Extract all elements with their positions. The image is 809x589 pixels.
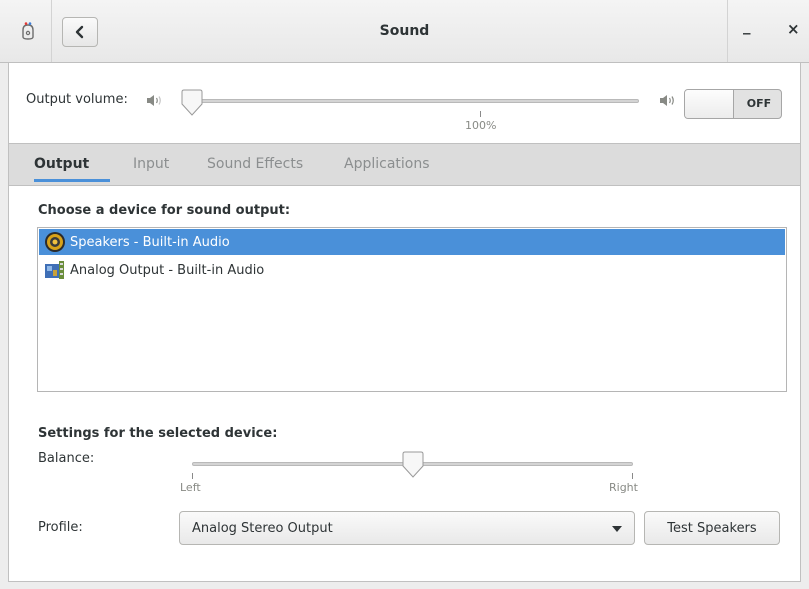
- choose-device-heading: Choose a device for sound output:: [38, 203, 291, 218]
- active-tab-indicator: [34, 179, 110, 182]
- window-title: Sound: [379, 23, 430, 39]
- close-button[interactable]: ×: [787, 20, 800, 38]
- title-bar: Sound _ ×: [0, 0, 809, 63]
- device-label: Analog Output - Built-in Audio: [70, 262, 265, 278]
- tab-bar: Output Input Sound Effects Applications: [9, 143, 800, 186]
- balance-right-tick: [632, 473, 633, 479]
- balance-left-tick: [192, 473, 193, 479]
- profile-selected-value: Analog Stereo Output: [192, 521, 333, 536]
- volume-high-icon: [660, 95, 674, 106]
- toggle-knob: [685, 90, 734, 118]
- minimize-button[interactable]: _: [743, 17, 751, 35]
- profile-label: Profile:: [38, 520, 83, 535]
- tab-sound-effects[interactable]: Sound Effects: [207, 156, 303, 172]
- profile-dropdown[interactable]: Analog Stereo Output: [179, 511, 635, 545]
- balance-right-label: Right: [609, 481, 638, 494]
- output-volume-label: Output volume:: [26, 92, 128, 107]
- balance-label: Balance:: [38, 451, 95, 466]
- dropdown-arrow-icon: [612, 526, 622, 532]
- tab-input[interactable]: Input: [133, 156, 169, 172]
- output-volume-slider-knob[interactable]: [180, 89, 204, 117]
- output-volume-slider[interactable]: [184, 99, 639, 103]
- balance-left-label: Left: [180, 481, 201, 494]
- tab-applications[interactable]: Applications: [344, 156, 430, 172]
- volume-100-tick: [480, 111, 481, 117]
- balance-slider-knob[interactable]: [401, 451, 425, 479]
- device-label: Speakers - Built-in Audio: [70, 234, 230, 250]
- toggle-state-label: OFF: [746, 97, 772, 110]
- test-speakers-button[interactable]: Test Speakers: [644, 511, 780, 545]
- tab-output[interactable]: Output: [34, 156, 89, 172]
- mute-toggle[interactable]: OFF: [684, 89, 782, 119]
- speaker-icon: [45, 232, 65, 252]
- volume-100-label: 100%: [465, 119, 497, 132]
- list-item[interactable]: Speakers - Built-in Audio: [39, 229, 785, 255]
- audio-card-icon: [45, 261, 64, 279]
- device-list: Speakers - Built-in Audio Analog Output …: [37, 227, 787, 392]
- volume-low-icon: [147, 95, 161, 106]
- list-item[interactable]: Analog Output - Built-in Audio: [39, 257, 785, 283]
- device-settings-heading: Settings for the selected device:: [38, 426, 278, 441]
